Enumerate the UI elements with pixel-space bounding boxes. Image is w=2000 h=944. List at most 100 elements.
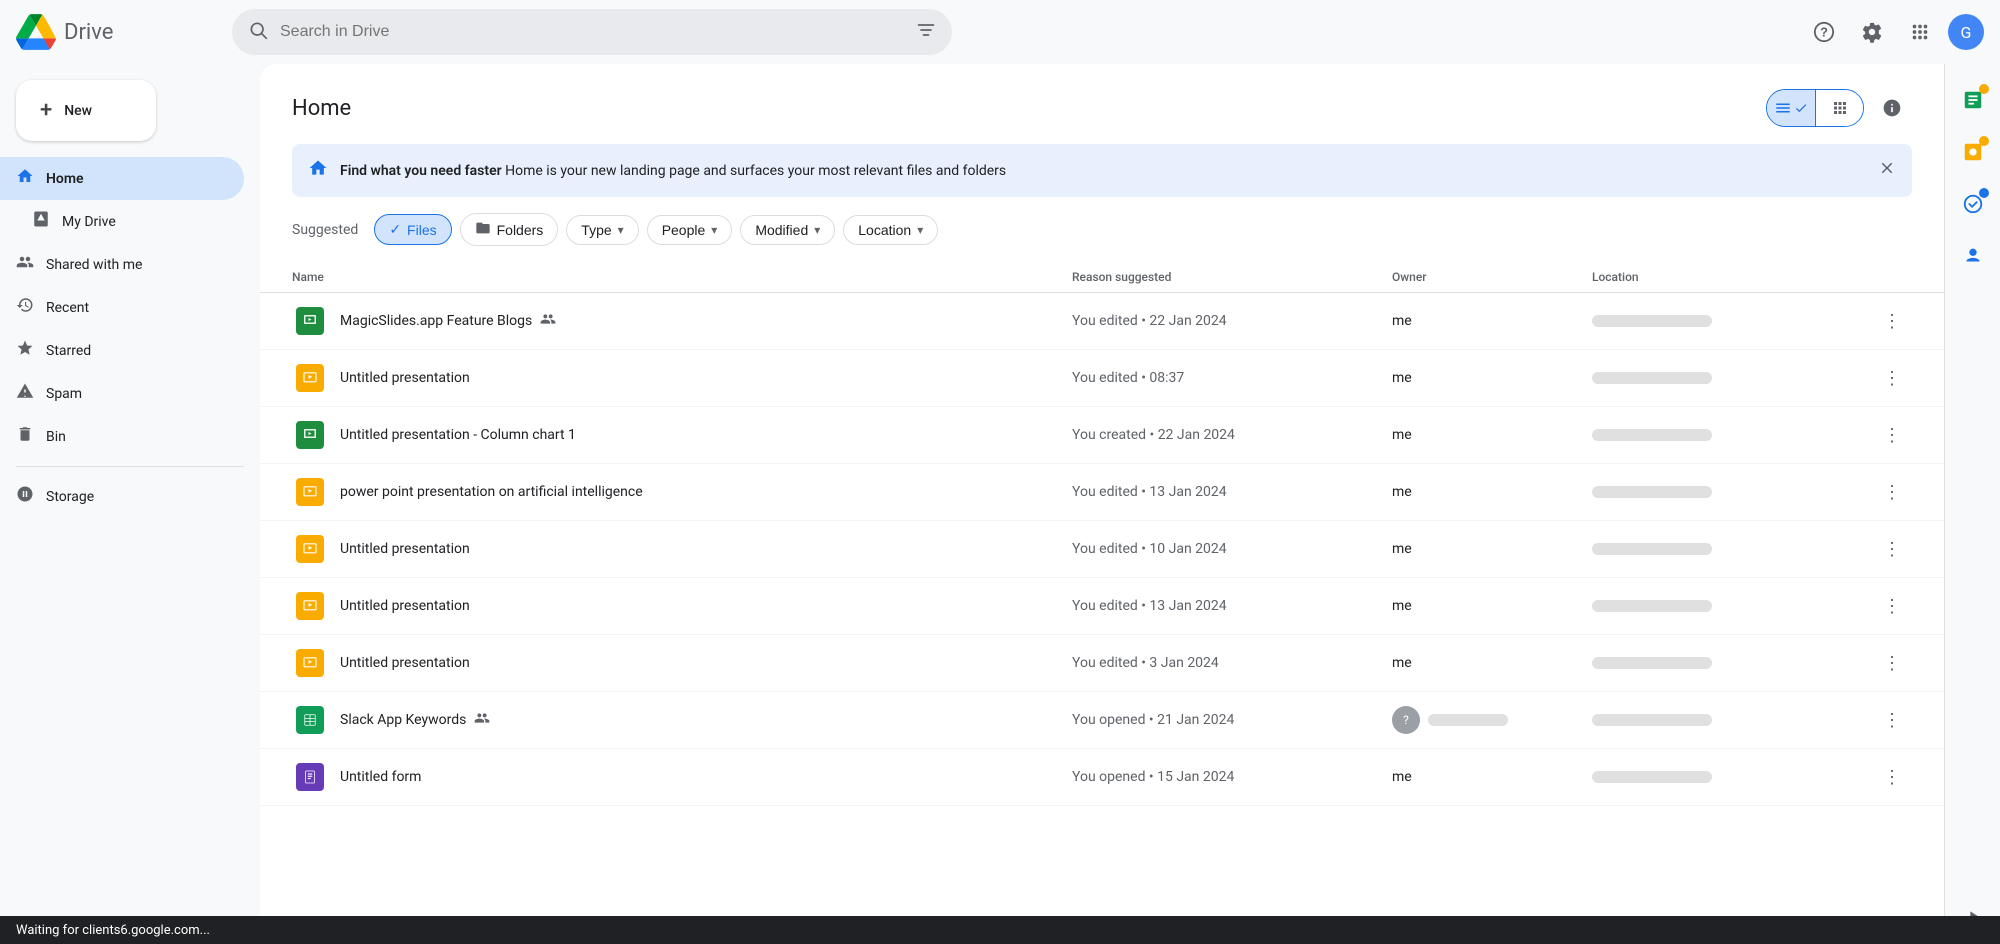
recent-icon [16, 296, 34, 319]
apps-button[interactable] [1900, 12, 1940, 52]
table-row[interactable]: Untitled presentation You edited • 08:37… [260, 350, 1944, 407]
sidebar-item-starred[interactable]: Starred [0, 329, 244, 372]
owner-cell: me [1392, 655, 1592, 671]
filter-chip-folders[interactable]: Folders [460, 213, 559, 246]
sidebar-item-label-home: Home [46, 171, 84, 187]
location-cell [1592, 429, 1872, 441]
reason-cell: You edited • 13 Jan 2024 [1072, 484, 1392, 500]
owner-cell: me [1392, 427, 1592, 443]
filter-chip-files[interactable]: ✓ Files [374, 214, 451, 245]
filter-chip-location[interactable]: Location ▾ [843, 215, 938, 245]
info-button[interactable] [1872, 88, 1912, 128]
owner-avatar: ? [1392, 706, 1420, 734]
user-avatar[interactable]: G [1948, 14, 1984, 50]
col-header-owner: Owner [1392, 270, 1592, 284]
reason-cell: You edited • 10 Jan 2024 [1072, 541, 1392, 557]
sidebar-item-label-my-drive: My Drive [62, 214, 116, 230]
grid-view-button[interactable] [1815, 90, 1863, 126]
file-list: MagicSlides.app Feature Blogs You edited… [260, 293, 1944, 806]
settings-button[interactable] [1852, 12, 1892, 52]
location-cell [1592, 714, 1872, 726]
table-row[interactable]: Untitled presentation You edited • 13 Ja… [260, 578, 1944, 635]
reason-cell: You opened • 15 Jan 2024 [1072, 769, 1392, 785]
check-icon: ✓ [389, 221, 401, 238]
table-row[interactable]: power point presentation on artificial i… [260, 464, 1944, 521]
contacts-side-icon[interactable] [1953, 236, 1993, 276]
banner-text: Find what you need faster Home is your n… [340, 163, 1866, 179]
list-view-button[interactable] [1767, 90, 1815, 126]
filter-chip-people[interactable]: People ▾ [647, 215, 733, 245]
people-arrow-icon: ▾ [711, 223, 717, 237]
shared-icon [474, 710, 490, 730]
help-button[interactable]: ? [1804, 12, 1844, 52]
location-cell [1592, 657, 1872, 669]
svg-text:?: ? [1820, 25, 1828, 40]
sidebar-item-recent[interactable]: Recent [0, 286, 244, 329]
starred-icon [16, 339, 34, 362]
sidebar-item-home[interactable]: Home [0, 157, 244, 200]
location-arrow-icon: ▾ [917, 223, 923, 237]
more-options-button[interactable]: ⋮ [1879, 763, 1905, 792]
col-header-location: Location [1592, 270, 1872, 284]
more-options-button[interactable]: ⋮ [1879, 535, 1905, 564]
file-name: MagicSlides.app Feature Blogs [340, 311, 1072, 331]
search-filter-icon[interactable] [916, 20, 936, 45]
tasks-side-icon[interactable] [1953, 184, 1993, 224]
owner-cell: me [1392, 769, 1592, 785]
owner-cell: me [1392, 598, 1592, 614]
sidebar-item-shared[interactable]: Shared with me [0, 243, 244, 286]
sidebar-item-label-recent: Recent [46, 300, 89, 316]
location-pill [1592, 315, 1712, 327]
file-type-icon [292, 474, 328, 510]
table-row[interactable]: MagicSlides.app Feature Blogs You edited… [260, 293, 1944, 350]
more-options-button[interactable]: ⋮ [1879, 307, 1905, 336]
sidebar-item-storage[interactable]: Storage [0, 475, 244, 518]
more-options-button[interactable]: ⋮ [1879, 478, 1905, 507]
logo-area: Drive [16, 12, 216, 52]
search-bar[interactable] [232, 9, 952, 55]
banner-home-icon [308, 158, 328, 183]
sidebar-item-spam[interactable]: Spam [0, 372, 244, 415]
banner-close-button[interactable] [1878, 159, 1896, 182]
reason-cell: You edited • 22 Jan 2024 [1072, 313, 1392, 329]
table-row[interactable]: Untitled presentation You edited • 3 Jan… [260, 635, 1944, 692]
file-name: power point presentation on artificial i… [340, 484, 1072, 500]
location-pill [1592, 600, 1712, 612]
more-options-button[interactable]: ⋮ [1879, 649, 1905, 678]
col-header-name: Name [292, 270, 1072, 284]
file-name: Untitled presentation [340, 541, 1072, 557]
file-name: Untitled form [340, 769, 1072, 785]
location-label: Location [858, 222, 911, 238]
more-options-button[interactable]: ⋮ [1879, 706, 1905, 735]
new-button-label: New [64, 103, 92, 119]
file-name: Slack App Keywords [340, 710, 1072, 730]
file-type-icon [292, 588, 328, 624]
new-button[interactable]: + New [16, 80, 156, 141]
more-options-button[interactable]: ⋮ [1879, 592, 1905, 621]
type-label: Type [581, 222, 611, 238]
home-icon [16, 167, 34, 190]
location-pill [1592, 657, 1712, 669]
table-row[interactable]: Slack App Keywords You opened • 21 Jan 2… [260, 692, 1944, 749]
table-row[interactable]: Untitled presentation - Column chart 1 Y… [260, 407, 1944, 464]
filter-chip-type[interactable]: Type ▾ [566, 215, 638, 245]
sidebar-item-bin[interactable]: Bin [0, 415, 244, 458]
filter-chip-modified[interactable]: Modified ▾ [740, 215, 835, 245]
suggested-label: Suggested [292, 222, 358, 238]
more-options-button[interactable]: ⋮ [1879, 421, 1905, 450]
location-cell [1592, 315, 1872, 327]
sidebar-item-my-drive[interactable]: My Drive [0, 200, 244, 243]
more-options-button[interactable]: ⋮ [1879, 364, 1905, 393]
file-name: Untitled presentation [340, 655, 1072, 671]
keep-side-icon[interactable] [1953, 132, 1993, 172]
owner-cell: me [1392, 370, 1592, 386]
file-type-icon [292, 360, 328, 396]
spam-icon [16, 382, 34, 405]
table-row[interactable]: Untitled form You opened • 15 Jan 2024 m… [260, 749, 1944, 806]
sheets-side-icon[interactable] [1953, 80, 1993, 120]
location-pill [1592, 372, 1712, 384]
shared-icon [540, 311, 556, 331]
table-row[interactable]: Untitled presentation You edited • 10 Ja… [260, 521, 1944, 578]
col-header-reason: Reason suggested [1072, 270, 1392, 284]
search-input[interactable] [280, 23, 904, 41]
